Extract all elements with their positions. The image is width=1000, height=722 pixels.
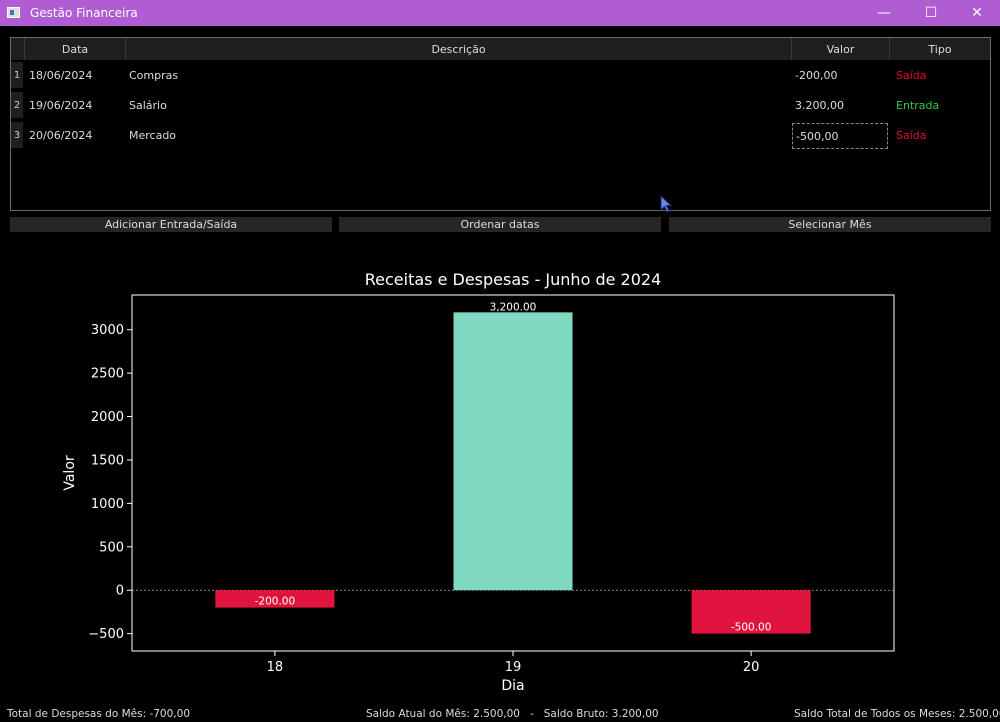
cell-date[interactable]: 18/06/2024	[29, 62, 92, 88]
cell-value[interactable]: 3.200,00	[795, 92, 844, 118]
x-axis-label: Dia	[501, 678, 524, 694]
header-tipo[interactable]: Tipo	[890, 38, 990, 60]
window-title: Gestão Financeira	[30, 6, 138, 20]
cell-date[interactable]: 20/06/2024	[29, 122, 92, 148]
cell-type[interactable]: Saída	[896, 62, 927, 88]
header-valor[interactable]: Valor	[792, 38, 890, 60]
y-tick-label: 2500	[91, 367, 124, 382]
chart: Receitas e Despesas - Junho de 2024 −500…	[62, 270, 895, 694]
cell-description[interactable]: Compras	[129, 62, 178, 88]
y-tick-label: 0	[116, 584, 124, 599]
all-months-total: Saldo Total de Todos os Meses: 2.500,00	[794, 708, 1000, 720]
x-tick-label: 18	[267, 660, 284, 675]
row-number[interactable]: 3	[11, 122, 23, 148]
y-tick-label: 1500	[91, 453, 124, 468]
bar-data-label: -500.00	[731, 622, 772, 634]
select-month-button[interactable]: Selecionar Mês	[669, 217, 991, 232]
monthly-balance: Saldo Atual do Mês: 2.500,00 - Saldo Bru…	[366, 708, 659, 720]
maximize-button[interactable]: ☐	[908, 0, 954, 26]
title-bar: Gestão Financeira — ☐ ✕	[0, 0, 1000, 26]
x-tick-label: 19	[505, 660, 522, 675]
minimize-button[interactable]: —	[861, 0, 907, 26]
app-window-icon	[7, 7, 20, 18]
chart-title: Receitas e Despesas - Junho de 2024	[365, 270, 662, 289]
transactions-table[interactable]: Data Descrição Valor Tipo 1 18/06/2024 C…	[10, 37, 991, 211]
close-button[interactable]: ✕	[954, 0, 1000, 26]
y-tick-label: 2000	[91, 410, 124, 425]
cell-value[interactable]: -200,00	[795, 62, 837, 88]
cell-type[interactable]: Saída	[896, 122, 927, 148]
mouse-cursor-icon	[660, 195, 673, 213]
y-tick-label: 500	[99, 540, 124, 555]
y-tick-label: −500	[88, 627, 124, 642]
cell-type[interactable]: Entrada	[896, 92, 939, 118]
y-axis-label: Valor	[62, 455, 78, 491]
y-tick-label: 3000	[91, 323, 124, 338]
header-descricao[interactable]: Descrição	[126, 38, 792, 60]
cell-date[interactable]: 19/06/2024	[29, 92, 92, 118]
bar-data-label: -200.00	[255, 596, 296, 608]
x-tick-label: 20	[743, 660, 760, 675]
monthly-expenses-total: Total de Despesas do Mês: -700,00	[7, 708, 190, 720]
cell-value-selected[interactable]: -500,00	[792, 123, 888, 149]
sort-dates-button[interactable]: Ordenar datas	[339, 217, 661, 232]
bar-data-label: 3,200.00	[490, 301, 537, 313]
cell-description[interactable]: Mercado	[129, 122, 176, 148]
bar	[453, 312, 573, 591]
add-entry-button[interactable]: Adicionar Entrada/Saída	[10, 217, 332, 232]
cell-description[interactable]: Salário	[129, 92, 167, 118]
y-tick-label: 1000	[91, 497, 124, 512]
row-number[interactable]: 2	[11, 92, 23, 118]
row-number[interactable]: 1	[11, 62, 23, 88]
table-corner	[11, 38, 25, 60]
header-data[interactable]: Data	[25, 38, 126, 60]
